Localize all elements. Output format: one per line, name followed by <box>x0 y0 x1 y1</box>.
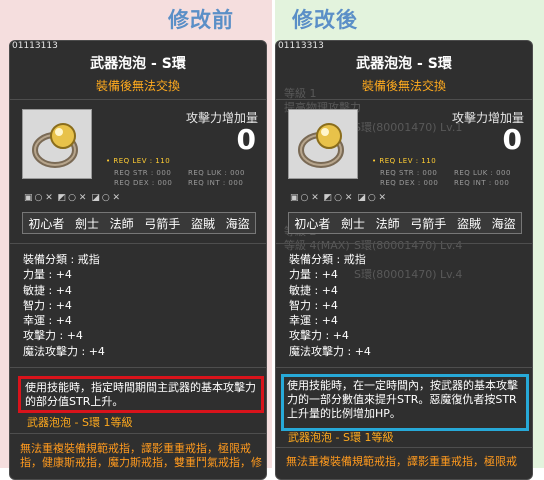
after-item-tooltip: 01113313 武器泡泡 - S環 裝備後無法交換 等級 1 提高物理攻擊力 … <box>275 40 533 480</box>
stat-str: 力量 : +4 <box>23 268 72 282</box>
ring-icon <box>288 109 358 179</box>
stat-luk: 幸運 : +4 <box>289 314 338 328</box>
seal-flag-icon: ◪ <box>357 193 366 203</box>
req-dex: REQ DEX : 000 <box>380 179 439 187</box>
req-str: REQ STR : 000 <box>380 169 438 177</box>
stat-int: 智力 : +4 <box>289 298 338 312</box>
before-header: 修改前 <box>168 8 234 32</box>
item-subtitle: 裝備後無法交換 <box>95 79 180 93</box>
restriction-line-1: 無法重複裝備規範戒指，譯影重重戒指，極限戒 <box>20 442 251 455</box>
job-magician: 法師 <box>109 216 134 231</box>
job-beginner: 初心者 <box>294 216 331 231</box>
stat-luk: 幸運 : +4 <box>23 314 72 328</box>
skill-description-highlight: 使用技能時，在一定時間內，按武器的基本攻擊力的一部分數值來提升STR。惡魔復仇者… <box>281 374 529 431</box>
req-dex: REQ DEX : 000 <box>114 179 173 187</box>
separator <box>276 367 532 368</box>
job-bowman: 弓箭手 <box>410 216 447 231</box>
req-str: REQ STR : 000 <box>114 169 172 177</box>
job-pirate: 海盜 <box>491 216 516 231</box>
item-stats: 裝備分類 : 戒指 力量 : +4 敏捷 : +4 智力 : +4 幸運 : +… <box>289 252 371 359</box>
skill-description-highlight: 使用技能時，指定時間期間主武器的基本攻擊力的部分值STR上升。 <box>18 376 264 413</box>
req-lev: • REQ LEV : 110 <box>372 157 437 165</box>
job-bowman: 弓箭手 <box>144 216 181 231</box>
job-requirements: 初心者 劍士 法師 弓箭手 盜賊 海盜 <box>288 212 522 234</box>
job-warrior: 劍士 <box>74 216 99 231</box>
item-flags: ▣ ○ ✕ ◩ ○ ✕ ◪ ○ ✕ <box>290 193 387 203</box>
separator <box>10 243 266 244</box>
overlay-line: 等級 4(MAX) <box>284 239 350 252</box>
item-stats: 裝備分類 : 戒指 力量 : +4 敏捷 : +4 智力 : +4 幸運 : +… <box>23 252 105 359</box>
req-int: REQ INT : 000 <box>188 179 244 187</box>
separator <box>10 367 266 368</box>
req-int: REQ INT : 000 <box>454 179 510 187</box>
stat-category: 裝備分類 : 戒指 <box>289 253 366 266</box>
item-flags: ▣ ○ ✕ ◩ ○ ✕ ◪ ○ ✕ <box>24 193 121 203</box>
stat-magic-attack: 魔法攻擊力 : +4 <box>23 344 105 358</box>
before-item-tooltip: 01113113 武器泡泡 - S環 裝備後無法交換 攻擊力增加量 0 • RE… <box>9 40 267 480</box>
stat-magic-attack: 魔法攻擊力 : +4 <box>289 344 371 358</box>
set-name: 武器泡泡 - S環 1等級 <box>288 431 394 444</box>
req-luk: REQ LUK : 000 <box>188 169 245 177</box>
set-name: 武器泡泡 - S環 1等級 <box>27 416 133 429</box>
attack-increase-value: 0 <box>502 123 522 156</box>
trade-flag-icon: ▣ <box>24 193 33 203</box>
job-thief: 盜賊 <box>456 216 481 231</box>
job-warrior: 劍士 <box>340 216 365 231</box>
attack-increase-value: 0 <box>236 123 256 156</box>
overlay-line: S環(80001470) Lv.4 <box>354 239 463 252</box>
stat-int: 智力 : +4 <box>23 298 72 312</box>
separator <box>10 99 266 100</box>
item-id: 01113313 <box>278 41 324 51</box>
job-thief: 盜賊 <box>190 216 215 231</box>
item-title: 武器泡泡 - S環 <box>90 56 186 72</box>
job-requirements: 初心者 劍士 法師 弓箭手 盜賊 海盜 <box>22 212 256 234</box>
ring-icon <box>22 109 92 179</box>
trade-flag-icon: ▣ <box>290 193 299 203</box>
seal-flag-icon: ◪ <box>91 193 100 203</box>
req-luk: REQ LUK : 000 <box>454 169 511 177</box>
overlay-line: S環(80001470) Lv.1 <box>354 121 463 134</box>
item-id: 01113113 <box>12 41 58 51</box>
stat-attack: 攻擊力 : +4 <box>23 329 83 343</box>
stat-category: 裝備分類 : 戒指 <box>23 253 100 266</box>
storage-flag-icon: ◩ <box>57 193 67 203</box>
job-pirate: 海盜 <box>225 216 250 231</box>
stat-dex: 敏捷 : +4 <box>23 283 72 297</box>
separator <box>276 447 532 448</box>
item-title: 武器泡泡 - S環 <box>356 56 452 72</box>
restriction-line-1: 無法重複裝備規範戒指，譯影重重戒指，極限戒 <box>286 455 517 468</box>
after-header: 修改後 <box>292 8 358 32</box>
separator <box>276 243 532 244</box>
job-beginner: 初心者 <box>28 216 65 231</box>
stat-dex: 敏捷 : +4 <box>289 283 338 297</box>
job-magician: 法師 <box>375 216 400 231</box>
storage-flag-icon: ◩ <box>323 193 333 203</box>
stat-attack: 攻擊力 : +4 <box>289 329 349 343</box>
separator <box>10 433 266 434</box>
stat-str: 力量 : +4 <box>289 268 338 282</box>
req-lev: • REQ LEV : 110 <box>106 157 171 165</box>
